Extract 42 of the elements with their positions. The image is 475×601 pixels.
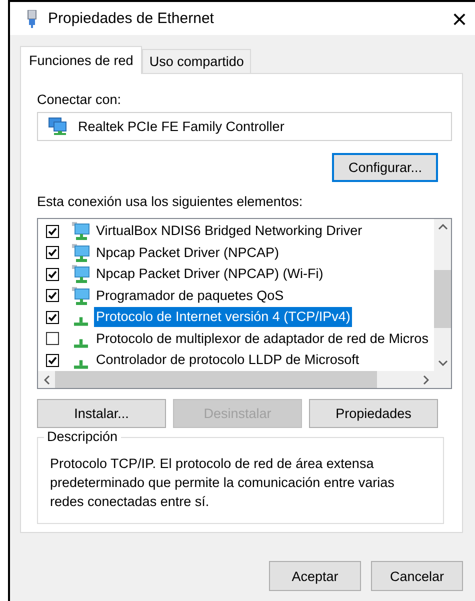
checkbox[interactable] [46,289,59,302]
tab[interactable]: Funciones de red [20,46,142,74]
list-item[interactable]: Protocolo de Internet versión 4 (TCP/IPv4) [94,307,352,328]
protocol-icon [74,317,88,326]
dialog-button[interactable]: Aceptar [269,561,361,591]
list-item[interactable]: VirtualBox NDIS6 Bridged Networking Driver [94,221,364,242]
checkbox[interactable] [46,268,59,281]
window-title: Propiedades de Ethernet [48,10,215,27]
connect-label: Conectar con: [37,92,122,107]
network-adapter-icon [48,117,68,136]
tab[interactable]: Uso compartido [142,49,251,73]
checkbox[interactable] [46,332,59,346]
configure-button[interactable]: Configurar... [332,152,438,182]
description-title: Descripción [44,429,121,444]
network-service-icon [72,265,90,284]
ethernet-plug-icon [26,10,38,28]
action-button[interactable]: Instalar... [37,399,166,428]
checkbox[interactable] [46,354,59,367]
adapter-name: Realtek PCIe FE Family Controller [78,118,284,134]
list-item[interactable]: Programador de paquetes QoS [94,286,286,306]
scroll-down-icon[interactable] [438,360,448,366]
network-service-icon [72,286,90,305]
dialog-button[interactable]: Cancelar [371,561,463,591]
scroll-up-icon[interactable] [438,224,448,230]
protocol-icon [74,338,88,348]
network-service-icon [72,222,90,240]
list-item[interactable]: Controlador de protocolo LLDP de Microsoft [94,350,362,370]
checkbox[interactable] [46,310,59,324]
description-text: Protocolo TCP/IP. El protocolo de red de área extensa predeterminado que permite la comunicación entre varias redes conectadas entre sí. [50,455,396,511]
checkbox[interactable] [46,246,59,260]
scroll-right-icon[interactable] [422,374,428,384]
list-item[interactable]: Npcap Packet Driver (NPCAP) (Wi-Fi) [94,264,326,284]
scroll-left-icon[interactable] [44,374,50,384]
close-button[interactable]: × [452,6,475,32]
protocol-icon [74,360,88,370]
checkbox[interactable] [46,224,59,238]
network-service-icon [72,244,90,262]
vertical-scrollbar[interactable] [434,218,451,371]
items-label: Esta conexión usa los siguientes elementos: [37,194,304,208]
list-item[interactable]: Protocolo de multiplexor de adaptador de red de Micros [94,328,430,349]
action-button[interactable]: Propiedades [309,399,438,428]
list-item[interactable]: Npcap Packet Driver (NPCAP) [94,242,282,263]
